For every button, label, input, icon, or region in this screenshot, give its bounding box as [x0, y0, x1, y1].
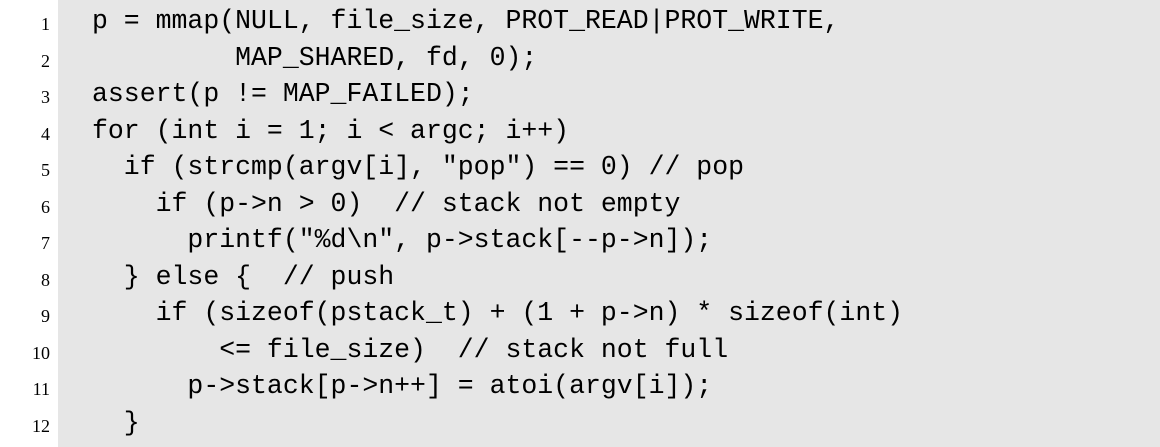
code-line: 6 if (p->n > 0) // stack not empty [0, 186, 1160, 222]
code-line: 12 } [0, 405, 1160, 441]
code-line: 3 assert(p != MAP_FAILED); [0, 76, 1160, 112]
code-text: } [92, 407, 140, 438]
line-number: 8 [41, 269, 50, 290]
code-line: 10 <= file_size) // stack not full [0, 332, 1160, 368]
code-line: 9 if (sizeof(pstack_t) + (1 + p->n) * si… [0, 295, 1160, 331]
code-text: if (sizeof(pstack_t) + (1 + p->n) * size… [92, 298, 904, 328]
line-number: 4 [41, 123, 50, 144]
code-text: printf("%d\n", p->stack[--p->n]); [92, 225, 713, 255]
code-text: <= file_size) // stack not full [92, 334, 729, 365]
code-line: 11 p->stack[p->n++] = atoi(argv[i]); [0, 368, 1160, 404]
code-text: if (p->n > 0) // stack not empty [92, 188, 681, 219]
line-number: 12 [32, 415, 50, 436]
code-line: 1 p = mmap(NULL, file_size, PROT_READ|PR… [0, 3, 1160, 39]
code-text: MAP_SHARED, fd, 0); [92, 42, 538, 73]
code-text: for (int i = 1; i < argc; i++) [92, 115, 570, 146]
code-text: assert(p != MAP_FAILED); [92, 79, 474, 109]
code-line: 5 if (strcmp(argv[i], "pop") == 0) // po… [0, 149, 1160, 185]
code-text: p = mmap(NULL, file_size, PROT_READ|PROT… [92, 6, 840, 36]
line-number: 7 [41, 233, 50, 253]
line-number: 11 [32, 379, 50, 399]
code-line: 2 MAP_SHARED, fd, 0); [0, 40, 1160, 76]
line-number: 10 [32, 342, 50, 363]
code-text: p->stack[p->n++] = atoi(argv[i]); [92, 371, 713, 401]
code-text: } else { // push [92, 261, 395, 292]
line-number: 9 [41, 306, 50, 326]
code-text: if (strcmp(argv[i], "pop") == 0) // pop [92, 152, 745, 182]
code-line: 7 printf("%d\n", p->stack[--p->n]); [0, 222, 1160, 258]
code-listing: 1 p = mmap(NULL, file_size, PROT_READ|PR… [0, 0, 1160, 447]
line-number: 1 [41, 14, 50, 34]
line-number: 2 [41, 50, 50, 71]
line-number: 6 [41, 196, 50, 217]
line-number: 5 [41, 160, 50, 180]
code-line: 8 } else { // push [0, 259, 1160, 295]
code-line: 4 for (int i = 1; i < argc; i++) [0, 113, 1160, 149]
line-number: 3 [41, 87, 50, 107]
